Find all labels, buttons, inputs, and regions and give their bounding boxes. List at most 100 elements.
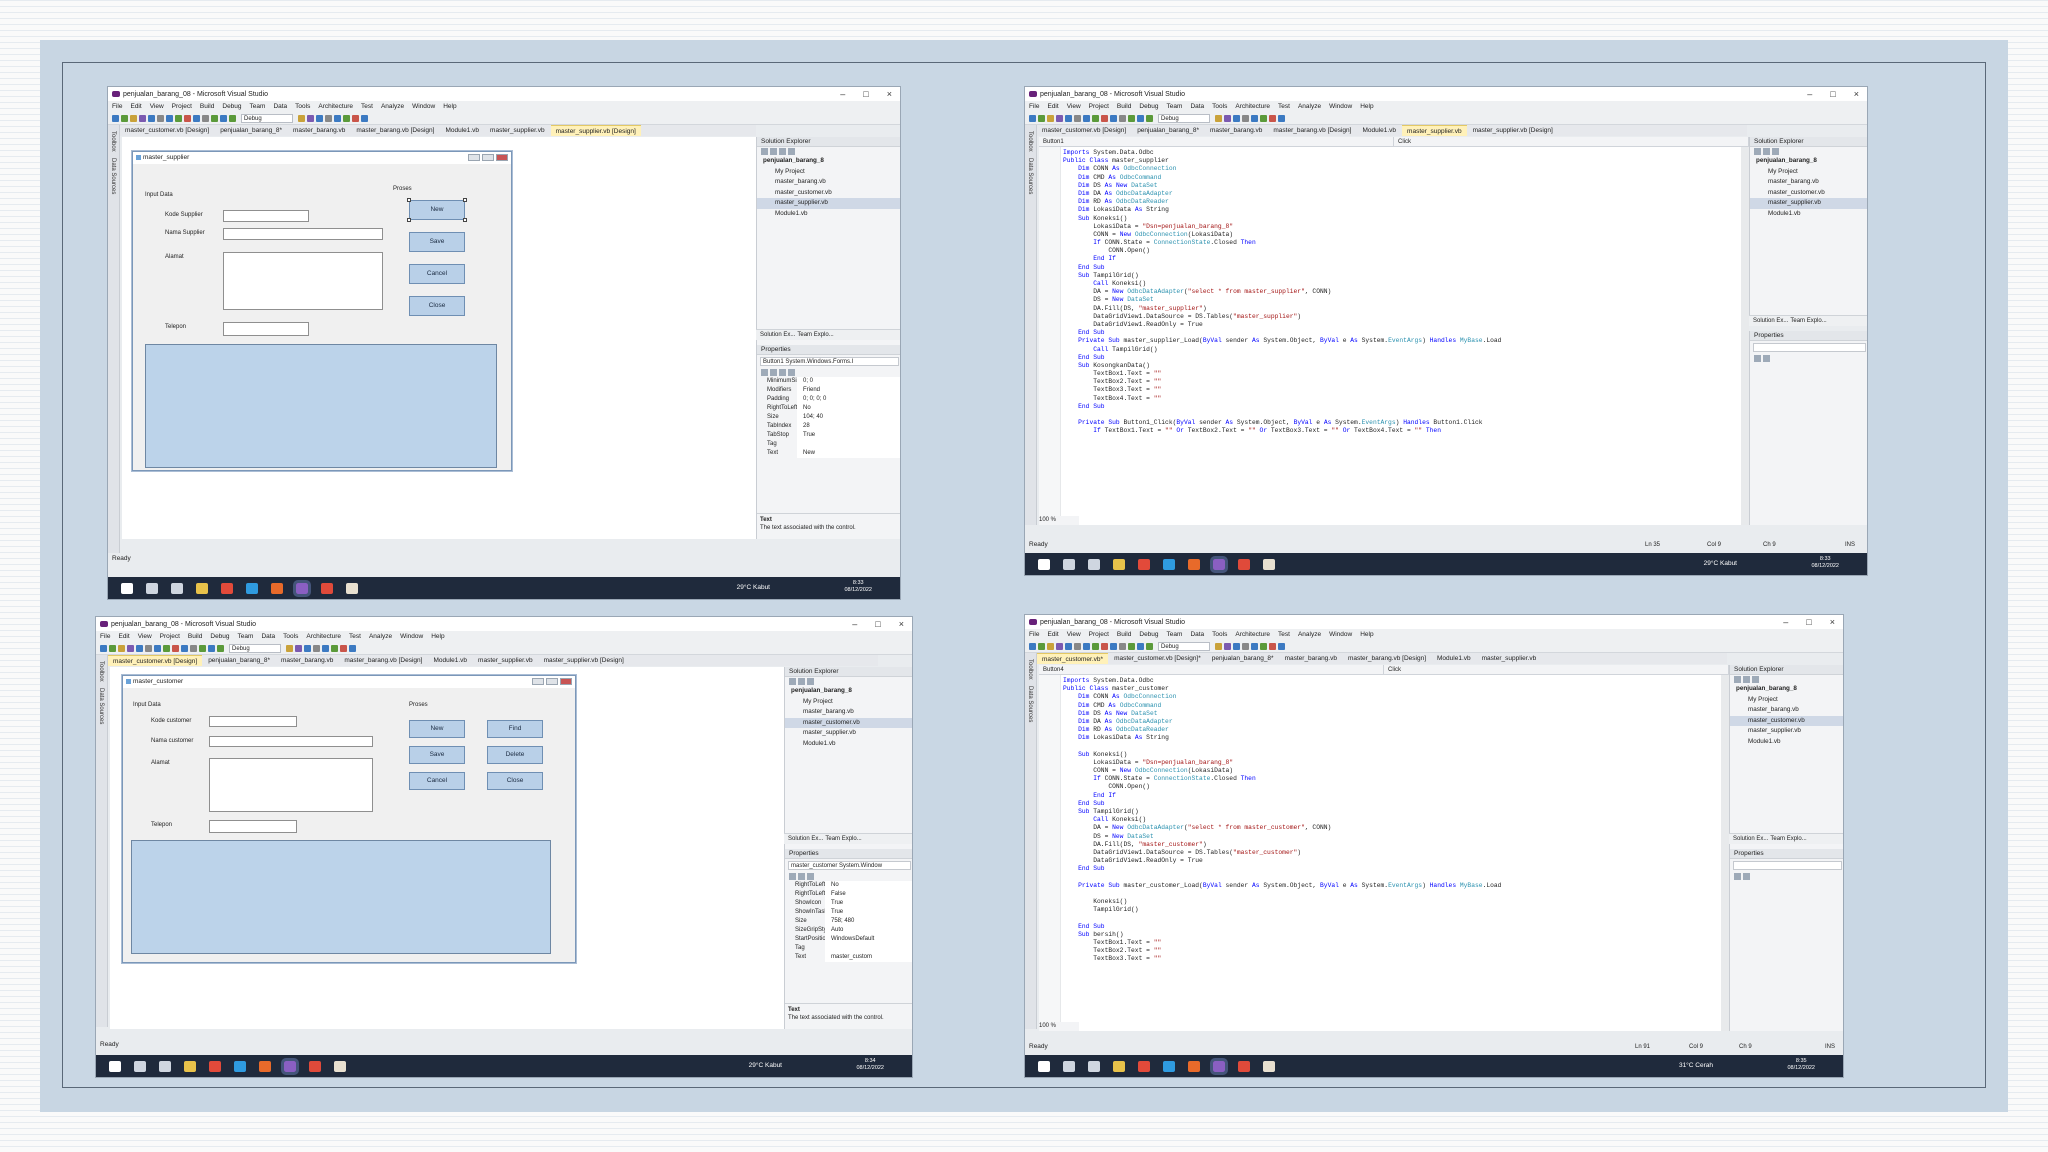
- toolbar-button-icon[interactable]: [202, 114, 209, 122]
- cancel-button[interactable]: Cancel: [409, 264, 465, 284]
- document-tab[interactable]: penjualan_barang_8*: [215, 125, 287, 136]
- toolbar-button-icon[interactable]: [1128, 114, 1135, 122]
- toolbar-button-icon[interactable]: [325, 114, 332, 122]
- property-value[interactable]: False: [825, 890, 912, 899]
- menu-item-debug[interactable]: Debug: [222, 103, 241, 110]
- toolbox-tab[interactable]: Toolbox: [98, 661, 104, 682]
- property-row[interactable]: Size 758; 480: [785, 917, 912, 926]
- menu-item-architecture[interactable]: Architecture: [1235, 103, 1270, 110]
- toolbar-button-icon[interactable]: [1233, 642, 1240, 650]
- property-value[interactable]: [797, 440, 900, 449]
- close-button[interactable]: Close: [487, 772, 543, 790]
- edge-icon[interactable]: [234, 1060, 246, 1072]
- toolbar-button-icon[interactable]: [1074, 642, 1081, 650]
- document-tab[interactable]: master_customer.vb [Design]: [120, 125, 214, 136]
- chrome-icon[interactable]: [209, 1060, 221, 1072]
- toolbar-button-icon[interactable]: [352, 114, 359, 122]
- chrome-icon[interactable]: [1138, 1060, 1150, 1072]
- toolbar-button-icon[interactable]: [316, 114, 323, 122]
- document-tab[interactable]: penjualan_barang_8*: [1132, 125, 1204, 136]
- save-button[interactable]: Save: [409, 746, 465, 764]
- debug-config-select[interactable]: Debug: [1158, 641, 1210, 651]
- menu-item-team[interactable]: Team: [1167, 103, 1183, 110]
- paint-icon[interactable]: [334, 1060, 346, 1072]
- toolbox-tab[interactable]: Toolbox: [1027, 659, 1033, 680]
- code-editor[interactable]: Button4 Click Imports System.Data.Odbc Pub…: [1039, 665, 1729, 1031]
- toolbar-button-icon[interactable]: [112, 114, 119, 122]
- paint-icon[interactable]: [1263, 558, 1275, 570]
- toolbar-button-icon[interactable]: [154, 644, 161, 652]
- menu-item-architecture[interactable]: Architecture: [306, 633, 341, 640]
- document-tab[interactable]: master_customer.vb [Design]: [108, 655, 203, 666]
- toolbar-button-icon[interactable]: [229, 114, 236, 122]
- toolbar-button-icon[interactable]: [208, 644, 215, 652]
- toolbar-button-icon[interactable]: [1101, 114, 1108, 122]
- toolbar-button-icon[interactable]: [1251, 642, 1258, 650]
- close-icon[interactable]: ×: [887, 89, 892, 99]
- debug-config-select[interactable]: Debug: [229, 643, 281, 653]
- start-icon[interactable]: [109, 1060, 121, 1072]
- toolbar-button-icon[interactable]: [1224, 642, 1231, 650]
- menu-item-build[interactable]: Build: [1117, 103, 1131, 110]
- maximize-icon[interactable]: □: [863, 89, 868, 99]
- menu-item-architecture[interactable]: Architecture: [1235, 631, 1270, 638]
- property-row[interactable]: RightToLeft No: [785, 881, 912, 890]
- form-window[interactable]: master_customer Input Data Proses Kode c…: [122, 675, 576, 963]
- toolbar-button-icon[interactable]: [1074, 114, 1081, 122]
- resize-handle[interactable]: [463, 198, 467, 202]
- toolbar-button-icon[interactable]: [211, 114, 218, 122]
- menu-item-test[interactable]: Test: [1278, 103, 1290, 110]
- new-button[interactable]: New: [409, 720, 465, 738]
- toolbar-button-icon[interactable]: [334, 114, 341, 122]
- solution-item[interactable]: master_supplier.vb: [757, 198, 900, 209]
- menu-item-edit[interactable]: Edit: [118, 633, 129, 640]
- toolbar-button-icon[interactable]: [1056, 114, 1063, 122]
- property-row[interactable]: RightToLeft No: [757, 404, 900, 413]
- document-tab[interactable]: master_barang.vb [Design]: [1343, 653, 1431, 664]
- taskview-icon[interactable]: [171, 582, 183, 594]
- toolbar-button-icon[interactable]: [1110, 114, 1117, 122]
- close-icon[interactable]: ×: [899, 619, 904, 629]
- document-tab[interactable]: master_barang.vb: [288, 125, 350, 136]
- document-tab[interactable]: master_barang.vb [Design]: [1268, 125, 1356, 136]
- edge-icon[interactable]: [1163, 558, 1175, 570]
- alamat-input[interactable]: [209, 758, 373, 812]
- form-window[interactable]: master_supplier Input Data Proses Kode S…: [132, 151, 512, 471]
- document-tab[interactable]: master_customer.vb [Design]: [1037, 125, 1131, 136]
- toolbar-button-icon[interactable]: [1056, 642, 1063, 650]
- collapse-icon[interactable]: [1772, 148, 1779, 155]
- file-explorer-icon[interactable]: [196, 582, 208, 594]
- toolbar-button-icon[interactable]: [1128, 642, 1135, 650]
- alphabetical-icon[interactable]: [770, 369, 777, 376]
- menu-item-build[interactable]: Build: [200, 103, 214, 110]
- toolbar-button-icon[interactable]: [1251, 114, 1258, 122]
- menu-item-view[interactable]: View: [1067, 631, 1081, 638]
- menu-item-view[interactable]: View: [138, 633, 152, 640]
- start-icon[interactable]: [121, 582, 133, 594]
- props-icon[interactable]: [779, 369, 786, 376]
- toolbar-button-icon[interactable]: [1119, 642, 1126, 650]
- paint-icon[interactable]: [1263, 1060, 1275, 1072]
- menu-item-help[interactable]: Help: [1360, 103, 1373, 110]
- minimize-icon[interactable]: –: [1783, 617, 1788, 627]
- toolbar-button-icon[interactable]: [340, 644, 347, 652]
- visual-studio-icon[interactable]: [293, 579, 311, 597]
- solution-item[interactable]: master_supplier.vb: [1750, 198, 1867, 209]
- toolbar-button-icon[interactable]: [1101, 642, 1108, 650]
- categorized-icon[interactable]: [789, 873, 796, 880]
- menu-item-tools[interactable]: Tools: [1212, 103, 1227, 110]
- document-tab[interactable]: Module1.vb: [440, 125, 484, 136]
- toolbar-button-icon[interactable]: [1083, 642, 1090, 650]
- property-value[interactable]: True: [825, 899, 912, 908]
- menu-item-analyze[interactable]: Analyze: [1298, 103, 1321, 110]
- solution-root[interactable]: penjualan_barang_8: [1750, 156, 1867, 167]
- toolbar-button-icon[interactable]: [1047, 642, 1054, 650]
- document-tab[interactable]: master_barang.vb [Design]: [339, 655, 427, 666]
- document-tab[interactable]: master_customer.vb*: [1037, 653, 1109, 664]
- document-tab[interactable]: penjualan_barang_8*: [1207, 653, 1279, 664]
- property-value[interactable]: 758; 480: [825, 917, 912, 926]
- collapse-icon[interactable]: [807, 678, 814, 685]
- team-tab[interactable]: Team Explo...: [1790, 318, 1826, 324]
- solution-item[interactable]: My Project: [757, 167, 900, 178]
- home-icon[interactable]: [1754, 148, 1761, 155]
